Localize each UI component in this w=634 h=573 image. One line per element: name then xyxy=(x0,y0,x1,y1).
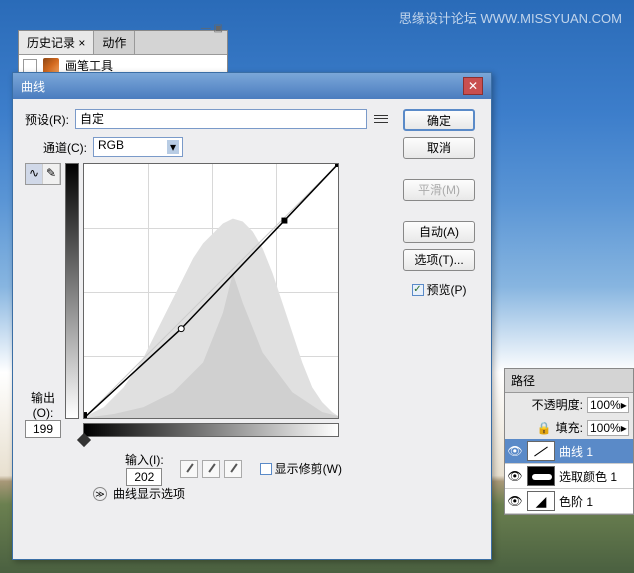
preview-checkbox[interactable]: ✓ xyxy=(412,284,424,296)
layers-panel: 路径 不透明度: 100%▸ 🔒 填充: 100%▸ 👁 曲线 1 👁 选取颜色… xyxy=(504,368,634,515)
colorselect-thumb-icon xyxy=(527,466,555,486)
visibility-icon[interactable]: 👁 xyxy=(507,494,523,508)
show-clip-checkbox[interactable] xyxy=(260,463,272,475)
curve-line xyxy=(84,164,338,418)
eyedropper-group xyxy=(180,460,242,478)
eyedropper-black-icon[interactable] xyxy=(180,460,198,478)
ok-button[interactable]: 确定 xyxy=(403,109,475,131)
smooth-button: 平滑(M) xyxy=(403,179,475,201)
panel-minimize-icon[interactable]: — ▣ xyxy=(201,23,223,34)
lock-icon[interactable]: 🔒 xyxy=(537,421,552,435)
tab-history[interactable]: 历史记录 × xyxy=(19,31,94,54)
layer-item-curves[interactable]: 👁 曲线 1 xyxy=(505,439,633,464)
history-panel: 历史记录 × 动作 — ▣ 画笔工具 xyxy=(18,30,228,77)
watermark: 思缘设计论坛 WWW.MISSYUAN.COM xyxy=(399,8,622,27)
preview-label: 预览(P) xyxy=(427,281,467,298)
tab-actions[interactable]: 动作 xyxy=(94,31,135,54)
eyedropper-gray-icon[interactable] xyxy=(202,460,220,478)
output-input[interactable] xyxy=(25,420,61,438)
tab-paths[interactable]: 路径 xyxy=(505,369,633,393)
curves-dialog: 曲线 ✕ 预设(R): 自定 通道(C): RGB ∿ ✎ 输 xyxy=(12,72,492,560)
opacity-input[interactable]: 100%▸ xyxy=(587,397,629,413)
expand-label[interactable]: 曲线显示选项 xyxy=(113,485,185,502)
fill-label: 填充: xyxy=(556,419,583,436)
levels-thumb-icon xyxy=(527,491,555,511)
curve-tool-group: ∿ ✎ xyxy=(25,163,61,185)
input-label: 输入(I): xyxy=(125,451,164,468)
channel-select[interactable]: RGB xyxy=(93,137,183,157)
curve-pencil-tool[interactable]: ✎ xyxy=(43,164,60,184)
preset-select[interactable]: 自定 xyxy=(75,109,367,129)
curve-graph[interactable] xyxy=(83,163,339,419)
input-input[interactable] xyxy=(126,468,162,486)
eyedropper-white-icon[interactable] xyxy=(224,460,242,478)
input-gradient xyxy=(83,423,339,437)
output-label: 输出(O): xyxy=(25,389,61,420)
layer-item-levels[interactable]: 👁 色阶 1 xyxy=(505,489,633,514)
close-icon[interactable]: ✕ xyxy=(463,77,483,95)
layer-item-colorselect[interactable]: 👁 选取颜色 1 xyxy=(505,464,633,489)
expand-icon[interactable]: ≫ xyxy=(93,487,107,501)
show-clip-label: 显示修剪(W) xyxy=(275,460,342,477)
output-gradient xyxy=(65,163,79,419)
auto-button[interactable]: 自动(A) xyxy=(403,221,475,243)
channel-label: 通道(C): xyxy=(43,139,87,156)
curve-point-tool[interactable]: ∿ xyxy=(26,164,43,184)
checkbox[interactable] xyxy=(23,59,37,73)
visibility-icon[interactable]: 👁 xyxy=(507,469,523,483)
preset-menu-icon[interactable] xyxy=(373,111,389,127)
layer-label: 选取颜色 1 xyxy=(559,468,617,485)
curve-graph-area: 输入(I): 显示修剪(W) xyxy=(65,163,345,503)
layer-label: 色阶 1 xyxy=(559,493,593,510)
opacity-label: 不透明度: xyxy=(532,396,583,413)
cancel-button[interactable]: 取消 xyxy=(403,137,475,159)
layer-label: 曲线 1 xyxy=(559,443,593,460)
options-button[interactable]: 选项(T)... xyxy=(403,249,475,271)
visibility-icon[interactable]: 👁 xyxy=(507,444,523,458)
dialog-title-text: 曲线 xyxy=(21,78,45,95)
fill-input[interactable]: 100%▸ xyxy=(587,420,629,436)
curves-thumb-icon xyxy=(527,441,555,461)
dialog-titlebar[interactable]: 曲线 ✕ xyxy=(13,73,491,99)
preset-label: 预设(R): xyxy=(25,111,69,128)
